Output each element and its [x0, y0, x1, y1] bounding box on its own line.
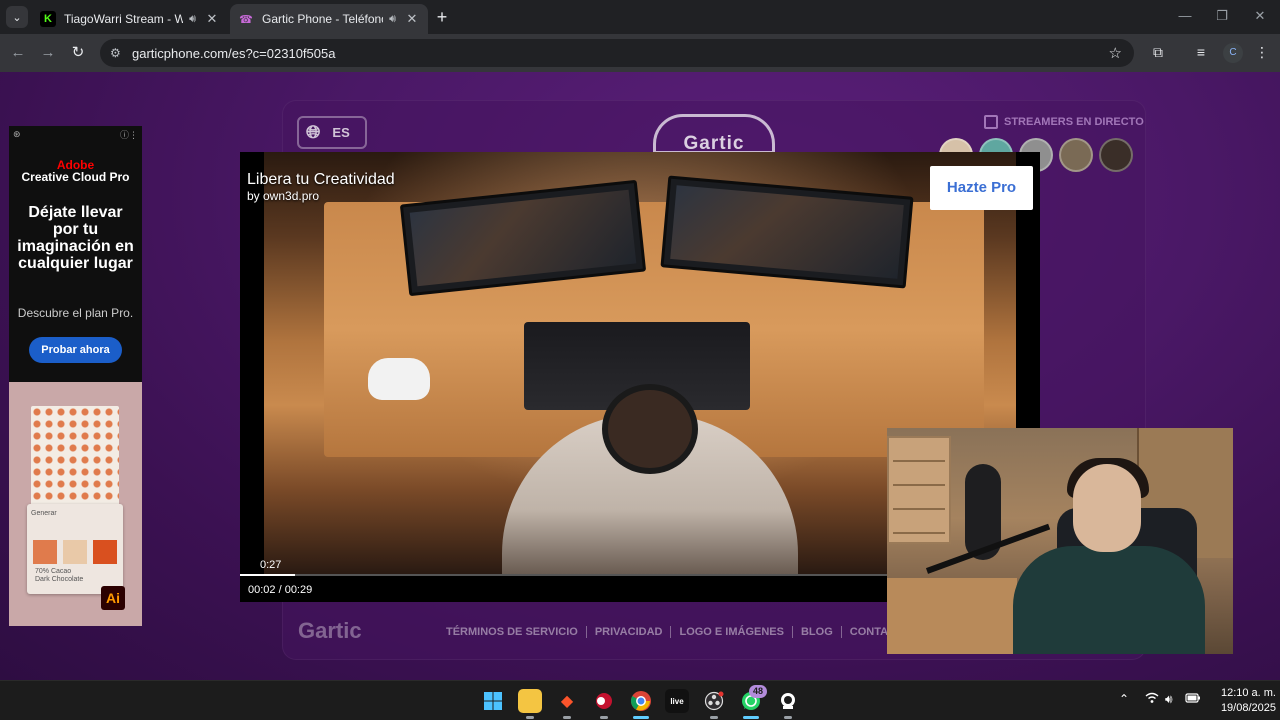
extensions-icon[interactable]: ⧉	[1148, 44, 1168, 61]
tab-title: TiagoWarri Stream - Watch	[64, 12, 184, 26]
footer-links: TÉRMINOS DE SERVICIO PRIVACIDAD LOGO E I…	[446, 626, 921, 638]
close-icon[interactable]: ✕	[204, 11, 220, 27]
volume-icon[interactable]: 🔊︎	[1165, 692, 1173, 707]
webcam-face	[1073, 464, 1141, 552]
back-button[interactable]: ←	[8, 43, 28, 63]
reload-button[interactable]: ↻	[68, 43, 88, 63]
language-label: ES	[332, 125, 350, 140]
ad-badge-icon[interactable]: ⊛	[13, 129, 21, 140]
footer-link-logo[interactable]: LOGO E IMÁGENES	[671, 626, 793, 638]
minimize-button[interactable]: —	[1175, 8, 1195, 23]
illustrator-icon: Ai	[101, 586, 125, 610]
file-explorer-icon[interactable]	[518, 689, 542, 713]
ad-top-section: ⊛ ⓘ⋮ Adobe Creative Cloud Pro Déjate lle…	[9, 126, 142, 382]
chrome-icon[interactable]	[629, 689, 653, 713]
clock-date: 19/08/2025	[1220, 702, 1276, 714]
battery-icon[interactable]	[1185, 692, 1201, 707]
tab-tiagowarri-stream[interactable]: K TiagoWarri Stream - Watch 🔊︎ ✕	[32, 4, 228, 34]
address-bar[interactable]: ⚙ garticphone.com/es?c=02310f505a ☆	[100, 39, 1134, 67]
left-ad-banner[interactable]: ⊛ ⓘ⋮ Adobe Creative Cloud Pro Déjate lle…	[9, 126, 142, 626]
speaker-icon[interactable]: 🔊︎	[189, 13, 196, 26]
ad-product-tag: Generar	[31, 510, 57, 517]
ad-pattern-image	[31, 406, 119, 506]
phone-icon: ☎	[239, 13, 253, 26]
footer-link-privacy[interactable]: PRIVACIDAD	[587, 626, 672, 638]
taskbar-clock[interactable]: 12:10 a. m. 19/08/2025	[1206, 686, 1276, 716]
ad-swatch	[63, 540, 87, 564]
windows-start-icon[interactable]	[481, 689, 505, 713]
browser-toolbar: ← → ↻ ⚙ garticphone.com/es?c=02310f505a …	[0, 34, 1280, 72]
url-text[interactable]: garticphone.com/es?c=02310f505a	[132, 46, 335, 61]
forward-button[interactable]: →	[38, 43, 58, 63]
ad-swatch	[33, 540, 57, 564]
app-icon[interactable]	[592, 689, 616, 713]
tab-title: Gartic Phone - Teléfono De	[262, 12, 383, 26]
gartic-logo: Gartic	[653, 114, 775, 154]
streamer-avatar[interactable]	[1059, 138, 1093, 172]
ad-headline: Déjate llevar por tu imaginación en cual…	[17, 204, 134, 272]
twitch-icon	[984, 115, 998, 129]
ad-product-image: Generar 70% Cacao Dark Chocolate Ai	[9, 382, 142, 626]
footer-logo: Gartic	[298, 618, 362, 643]
ad-subline: Descubre el plan Pro.	[17, 306, 134, 320]
new-tab-button[interactable]: +	[432, 8, 452, 28]
streamers-live-label: STREAMERS EN DIRECTO	[984, 115, 1144, 129]
profile-avatar[interactable]: C	[1223, 43, 1243, 63]
maximize-button[interactable]: ❐	[1212, 8, 1232, 24]
streamer-webcam-overlay	[887, 428, 1233, 654]
close-icon[interactable]: ✕	[404, 11, 420, 27]
globe-icon: 🌐︎	[306, 122, 321, 142]
ad-info-icon[interactable]: ⓘ⋮	[120, 128, 138, 141]
windows-taskbar: ◆ live	[0, 680, 1280, 720]
chevron-up-icon[interactable]: ⌃	[1119, 692, 1129, 706]
webcam-dresser	[887, 436, 951, 544]
kick-icon: K	[40, 11, 56, 27]
menu-icon[interactable]: ⋮	[1252, 44, 1272, 61]
app-icon[interactable]	[776, 689, 800, 713]
bookmark-star-icon[interactable]: ☆	[1109, 44, 1122, 62]
footer-link-blog[interactable]: BLOG	[793, 626, 842, 638]
footer-link-terms[interactable]: TÉRMINOS DE SERVICIO	[446, 626, 587, 638]
obs-icon[interactable]	[702, 689, 726, 713]
tab-strip: ⌄ K TiagoWarri Stream - Watch 🔊︎ ✕ ☎ Gar…	[0, 0, 1280, 34]
hazte-pro-button[interactable]: Hazte Pro	[930, 166, 1033, 210]
page-viewport: 🌐︎ ES Gartic STREAMERS EN DIRECTO Gartic…	[0, 72, 1280, 680]
media-control-icon[interactable]: ≡	[1191, 44, 1211, 60]
ad-brand-product: Creative Cloud Pro	[21, 170, 130, 184]
video-progress-fill	[240, 574, 296, 576]
video-ad-byline: by own3d.pro	[247, 189, 320, 203]
live-app-icon[interactable]: live	[665, 689, 689, 713]
site-info-icon[interactable]: ⚙	[110, 46, 128, 60]
window-close-button[interactable]: ✕	[1250, 8, 1270, 24]
streamer-avatar[interactable]	[1099, 138, 1133, 172]
webcam-person	[1013, 546, 1205, 654]
brave-icon[interactable]: ◆	[555, 689, 579, 713]
ad-countdown: 0:27	[260, 559, 282, 571]
tab-search-button[interactable]: ⌄	[6, 6, 28, 28]
wifi-icon[interactable]	[1145, 692, 1159, 707]
ad-cta-button[interactable]: Probar ahora	[29, 337, 122, 363]
ad-product-caption: 70% Cacao Dark Chocolate	[35, 568, 84, 583]
language-selector[interactable]: 🌐︎ ES	[297, 116, 367, 149]
whatsapp-badge: 48	[749, 685, 767, 698]
video-controller	[368, 358, 430, 400]
video-time-display: 00:02 / 00:29	[248, 584, 313, 596]
speaker-icon[interactable]: 🔊︎	[389, 13, 396, 26]
video-ad-title: Libera tu Creatividad	[247, 171, 395, 188]
ad-swatch	[93, 540, 117, 564]
tab-gartic-phone[interactable]: ☎ Gartic Phone - Teléfono De 🔊︎ ✕	[230, 4, 428, 34]
clock-time: 12:10 a. m.	[1220, 687, 1276, 699]
